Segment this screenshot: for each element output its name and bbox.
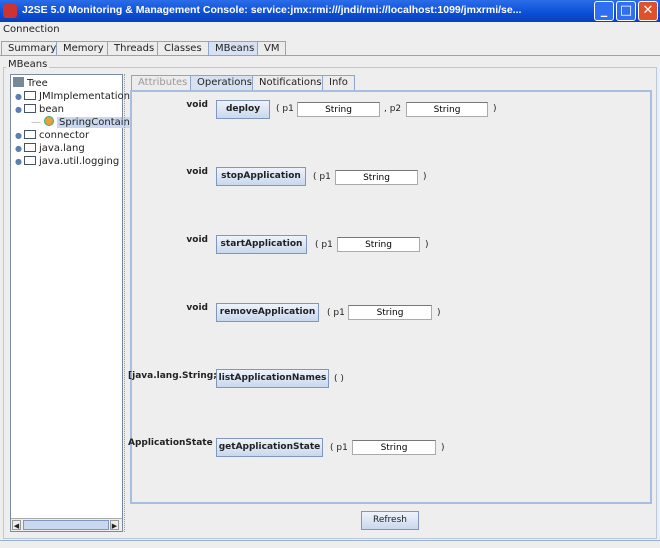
tree-horizontal-scrollbar[interactable]: ◀ ▶ — [11, 518, 122, 531]
tab-summary[interactable]: Summary — [1, 41, 64, 56]
stop-application-button[interactable]: stopApplication — [216, 167, 306, 186]
group-label: MBeans — [6, 59, 50, 70]
return-type: void — [186, 167, 208, 177]
status-bar — [0, 540, 660, 548]
folder-icon — [24, 130, 36, 139]
close-paren: ) — [493, 104, 497, 114]
param-label: ( p1 — [315, 240, 333, 250]
tree-node-jmimplementation[interactable]: ● JMImplementation — [15, 90, 130, 103]
tree-line: — — [31, 117, 41, 128]
return-type: void — [186, 303, 208, 313]
node-label: connector — [39, 130, 90, 141]
title-bar: J2SE 5.0 Monitoring & Management Console… — [0, 0, 660, 22]
tab-mbeans[interactable]: MBeans — [208, 41, 262, 56]
folder-icon — [24, 91, 36, 100]
tab-memory[interactable]: Memory — [56, 41, 111, 56]
mbean-icon — [44, 116, 54, 126]
return-type: ApplicationState — [128, 438, 213, 448]
refresh-button[interactable]: Refresh — [361, 511, 419, 530]
tree-node-java-lang[interactable]: ● java.lang — [15, 142, 85, 155]
param-label: ( p1 — [330, 443, 348, 453]
menu-connection[interactable]: Connection — [3, 24, 60, 35]
tree-node-bean[interactable]: ● bean — [15, 103, 64, 116]
scroll-left-icon[interactable]: ◀ — [12, 520, 21, 530]
collapse-handle-icon[interactable]: ● — [15, 103, 24, 116]
deploy-p1-input[interactable] — [297, 102, 380, 117]
maximize-button[interactable]: □ — [616, 1, 636, 21]
split-pane-divider[interactable] — [124, 74, 127, 532]
node-label: JMImplementation — [39, 91, 130, 102]
get-application-state-button[interactable]: getApplicationState — [216, 438, 323, 457]
start-application-button[interactable]: startApplication — [216, 235, 307, 254]
folder-icon — [24, 104, 36, 113]
close-button[interactable]: ✕ — [638, 1, 658, 21]
return-type: [java.lang.String;] — [128, 371, 221, 381]
return-type: void — [186, 100, 208, 110]
scroll-right-icon[interactable]: ▶ — [110, 520, 119, 530]
folder-icon — [24, 156, 36, 165]
scroll-thumb[interactable] — [23, 520, 109, 530]
tree-node-connector[interactable]: ● connector — [15, 129, 89, 142]
expand-handle-icon[interactable]: ● — [15, 155, 24, 168]
window-title: J2SE 5.0 Monitoring & Management Console… — [22, 4, 522, 16]
start-p1-input[interactable] — [337, 237, 420, 252]
tab-attributes[interactable]: Attributes — [131, 75, 195, 90]
close-paren: ) — [425, 240, 429, 250]
tab-operations[interactable]: Operations — [190, 75, 259, 90]
tree-node-java-util-logging[interactable]: ● java.util.logging — [15, 155, 119, 168]
expand-handle-icon[interactable]: ● — [15, 90, 24, 103]
deploy-button[interactable]: deploy — [216, 100, 270, 119]
expand-handle-icon[interactable]: ● — [15, 129, 24, 142]
folder-icon — [24, 143, 36, 152]
tab-classes[interactable]: Classes — [157, 41, 209, 56]
stop-p1-input[interactable] — [335, 170, 418, 185]
remove-application-button[interactable]: removeApplication — [216, 303, 319, 322]
tree-root-label: Tree — [27, 78, 48, 89]
node-label: java.lang — [39, 143, 85, 154]
node-label: java.util.logging — [39, 156, 120, 167]
remove-p1-input[interactable] — [348, 305, 432, 320]
tab-vm[interactable]: VM — [257, 41, 287, 56]
return-type: void — [186, 235, 208, 245]
tree-root[interactable]: Tree — [13, 77, 48, 90]
java-app-icon — [3, 4, 17, 18]
expand-handle-icon[interactable]: ● — [15, 142, 24, 155]
empty-params: ( ) — [334, 374, 344, 384]
deploy-p2-input[interactable] — [406, 102, 488, 117]
param-label: ( p1 — [327, 308, 345, 318]
mbean-tree: Tree ● JMImplementation ● bean — SpringCont… — [10, 74, 143, 532]
get-state-p1-input[interactable] — [352, 440, 436, 455]
close-paren: ) — [423, 172, 427, 182]
param-label: ( p1 — [276, 104, 294, 114]
list-application-names-button[interactable]: listApplicationNames — [216, 369, 329, 388]
menu-bar: Connection — [0, 22, 660, 38]
minimize-button[interactable]: _ — [594, 1, 614, 21]
close-paren: ) — [441, 443, 445, 453]
tab-info[interactable]: Info — [322, 75, 355, 90]
tab-notifications[interactable]: Notifications — [252, 75, 329, 90]
tree-icon — [13, 77, 24, 87]
tab-threads[interactable]: Threads — [107, 41, 162, 56]
tab-divider — [0, 55, 660, 56]
param-label: , p2 — [384, 104, 402, 114]
node-label: bean — [39, 104, 64, 115]
close-paren: ) — [437, 308, 441, 318]
param-label: ( p1 — [313, 172, 331, 182]
